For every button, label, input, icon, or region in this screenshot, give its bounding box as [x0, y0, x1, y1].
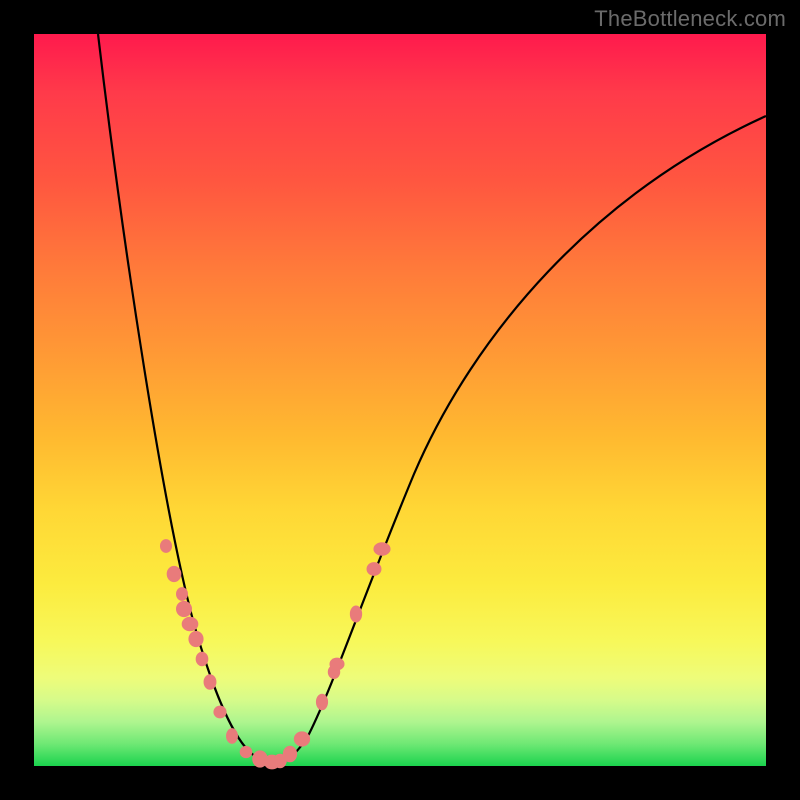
data-marker — [316, 694, 328, 711]
data-marker — [350, 605, 362, 622]
data-marker — [240, 746, 253, 758]
right-curve — [274, 116, 766, 762]
data-marker — [329, 658, 344, 671]
curves-svg — [34, 34, 766, 766]
data-marker — [213, 706, 226, 719]
chart-frame: TheBottleneck.com — [0, 0, 800, 800]
plot-area — [34, 34, 766, 766]
data-marker — [182, 617, 199, 632]
data-marker — [283, 746, 297, 763]
watermark-text: TheBottleneck.com — [594, 6, 786, 32]
data-marker — [176, 601, 192, 617]
markers-group — [160, 539, 391, 769]
data-marker — [226, 728, 238, 744]
data-marker — [167, 566, 182, 582]
data-marker — [204, 674, 217, 689]
data-marker — [188, 631, 203, 647]
data-marker — [196, 652, 209, 666]
data-marker — [176, 587, 188, 601]
data-marker — [367, 562, 382, 576]
data-marker — [294, 731, 310, 746]
left-curve — [98, 34, 274, 762]
data-marker — [373, 542, 390, 556]
data-marker — [160, 539, 172, 553]
